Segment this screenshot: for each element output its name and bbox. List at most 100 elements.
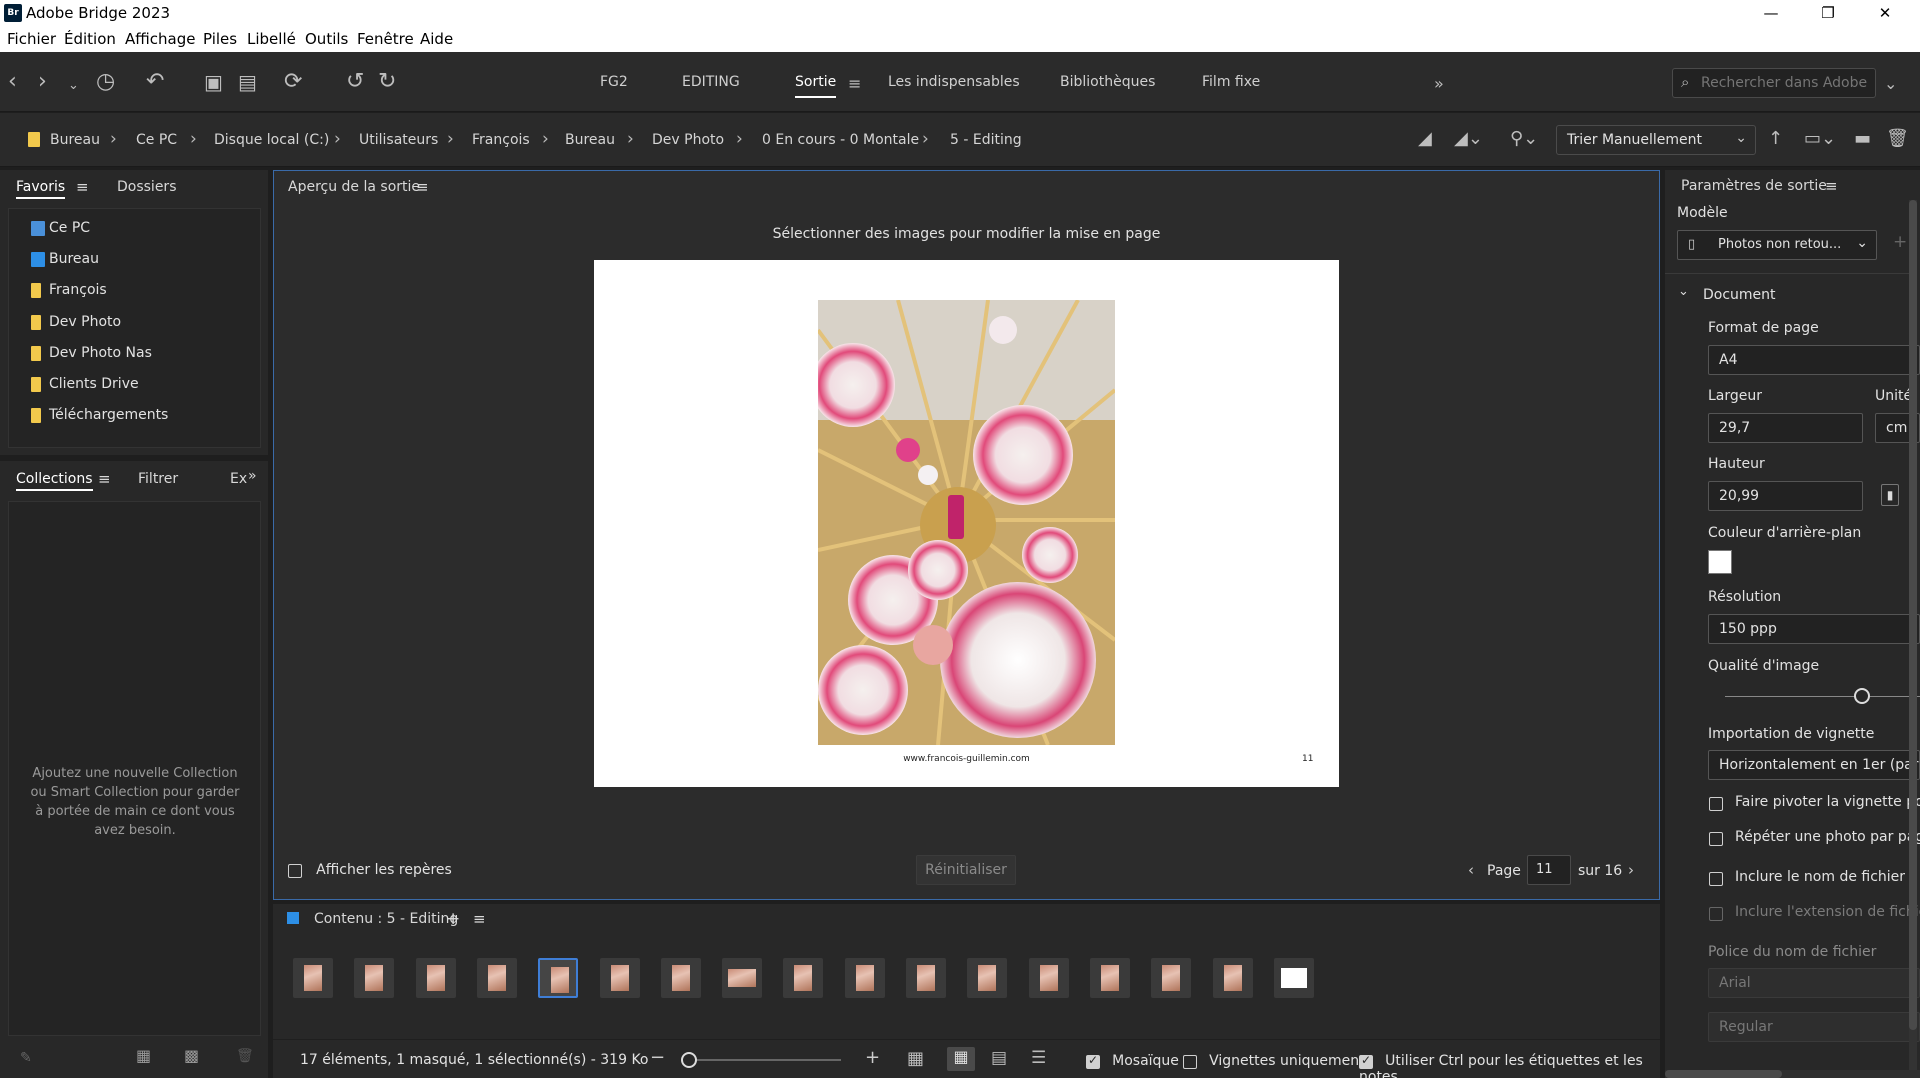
panel-menu-icon[interactable]: ≡ [473,910,486,928]
history-icon[interactable]: ◷ [96,70,115,94]
thumbnail[interactable] [783,958,824,998]
tab-export[interactable]: Ex [230,471,247,487]
model-select[interactable]: ▯ Photos non retou... ⌄ [1677,230,1877,260]
filter-icon[interactable]: ⚲⌄ [1510,127,1538,151]
panel-menu-icon[interactable]: ≡ [416,178,429,196]
fav-item[interactable]: Clients Drive [49,376,139,392]
menu-aide[interactable]: Aide [420,30,453,48]
fav-item[interactable]: Bureau [49,251,99,267]
quality-slider-handle[interactable] [1853,688,1870,704]
view-details-icon[interactable]: ▤ [991,1048,1007,1068]
boomerang-icon[interactable]: ↶ [146,70,164,94]
thumbnail[interactable] [476,958,517,998]
refine-icon[interactable]: ▤ [238,70,257,94]
thumbnail[interactable] [293,958,333,998]
thumbnail[interactable] [1028,958,1069,998]
panel-menu-icon[interactable]: ≡ [1825,177,1838,195]
show-guides-checkbox[interactable] [288,863,302,878]
breadcrumb-item[interactable]: 0 En cours - 0 Montale [762,132,919,148]
thumbs-only-checkbox[interactable] [1183,1054,1197,1069]
thumbs-only-option[interactable]: Vignettes uniquement [1183,1053,1365,1069]
thumbnail[interactable] [1212,958,1253,998]
import-select[interactable]: Horizontalement en 1er (par ra [1708,750,1920,780]
thumbnail[interactable] [354,958,395,998]
sort-select[interactable]: Trier Manuellement ⌄ [1556,125,1756,155]
tab-collections[interactable]: Collections [16,471,93,491]
menu-piles[interactable]: Piles [203,30,237,48]
bg-color-swatch[interactable] [1708,550,1732,574]
back-icon[interactable]: ‹ [8,70,17,94]
recent-dropdown-icon[interactable]: ⌄ [68,74,79,98]
menu-outils[interactable]: Outils [305,30,348,48]
thumbnail[interactable] [906,958,946,998]
workspace-menu-icon[interactable]: ≡ [848,72,861,96]
breadcrumb-item[interactable]: Bureau [50,132,100,148]
thumbnail[interactable] [599,958,640,998]
thumbnail[interactable] [1089,958,1130,998]
thumbnail[interactable] [538,958,579,998]
width-input[interactable]: 29,7 [1708,413,1863,443]
workspace-sortie[interactable]: Sortie [795,74,837,98]
include-name-checkbox[interactable] [1709,872,1723,886]
thumbnail[interactable] [967,958,1008,998]
page-input[interactable]: 11 [1527,855,1571,885]
fav-item[interactable]: Ce PC [49,220,90,236]
new-folder-icon[interactable]: ▬ [1854,127,1871,151]
hscrollbar-thumb[interactable] [1665,1070,1782,1078]
zoom-slider-handle[interactable] [681,1052,697,1068]
next-page-icon[interactable]: › [1628,861,1634,879]
chevron-down-icon[interactable]: ⌄ [1678,284,1689,299]
breadcrumb-item[interactable]: Ce PC [136,132,177,148]
tab-filtrer[interactable]: Filtrer [138,471,178,487]
zoom-out-icon[interactable]: − [650,1047,665,1068]
thumbnail[interactable] [1151,958,1192,998]
workspace-editing[interactable]: EDITING [682,74,740,90]
ctrl-hint-option[interactable]: Utiliser Ctrl pour les étiquettes et les… [1359,1053,1660,1078]
thumbnail[interactable] [415,958,456,998]
panel-menu-icon[interactable]: ≡ [76,178,89,196]
thumbnail[interactable] [660,958,701,998]
section-document[interactable]: Document [1703,287,1776,303]
tab-dossiers[interactable]: Dossiers [117,179,177,195]
delete-collection-icon[interactable]: 🗑 [236,1044,254,1068]
menu-edition[interactable]: Édition [64,30,116,48]
show-guides-option[interactable]: Afficher les repères [288,862,452,878]
more-tabs-icon[interactable]: » [248,468,257,484]
camera-import-icon[interactable]: ▣ [204,70,223,94]
breadcrumb-item[interactable]: Utilisateurs [359,132,438,148]
zoom-in-icon[interactable]: + [865,1047,880,1068]
workspace-film-fixe[interactable]: Film fixe [1202,74,1260,90]
workspace-bibliotheques[interactable]: Bibliothèques [1060,74,1155,90]
thumbnail[interactable] [844,958,885,998]
add-model-icon[interactable]: + [1893,232,1907,252]
height-input[interactable]: 20,99 [1708,481,1863,511]
menu-fichier[interactable]: Fichier [7,30,56,48]
thumbnail-quality-icon[interactable]: ◢⌄ [1454,127,1483,151]
rotate-right-icon[interactable]: ↻ [378,70,396,94]
prev-page-icon[interactable]: ‹ [1468,861,1474,879]
thumbnail[interactable] [722,958,763,998]
edit-icon[interactable]: ✎ [20,1046,32,1070]
sort-direction-icon[interactable]: ↑ [1768,127,1783,151]
add-icon[interactable]: + [446,909,460,929]
workspace-indispensables[interactable]: Les indispensables [888,74,1020,90]
zoom-slider[interactable] [691,1059,841,1061]
new-collection-icon[interactable]: ▦ [136,1044,151,1068]
trash-icon[interactable]: 🗑 [1886,127,1909,151]
panel-menu-icon[interactable]: ≡ [98,470,111,488]
mosaic-checkbox[interactable] [1086,1053,1100,1069]
reset-button[interactable]: Réinitialiser [916,855,1016,885]
new-smart-collection-icon[interactable]: ▩ [184,1044,199,1068]
menu-affichage[interactable]: Affichage [125,30,195,48]
forward-icon[interactable]: › [38,70,47,94]
open-in-camera-raw-icon[interactable]: ⟳ [284,70,302,94]
resolution-select[interactable]: 150 ppp [1708,614,1920,644]
page-format-select[interactable]: A4 [1708,345,1920,375]
view-thumbnails-icon[interactable]: ▦ [947,1047,975,1071]
rotate-checkbox[interactable] [1709,797,1723,811]
thumbnail[interactable] [1273,958,1314,998]
orientation-icon[interactable]: ▮ [1881,484,1899,506]
rotate-left-icon[interactable]: ↺ [346,70,364,94]
quality-slider[interactable] [1725,696,1920,697]
breadcrumb-item[interactable]: François [472,132,530,148]
